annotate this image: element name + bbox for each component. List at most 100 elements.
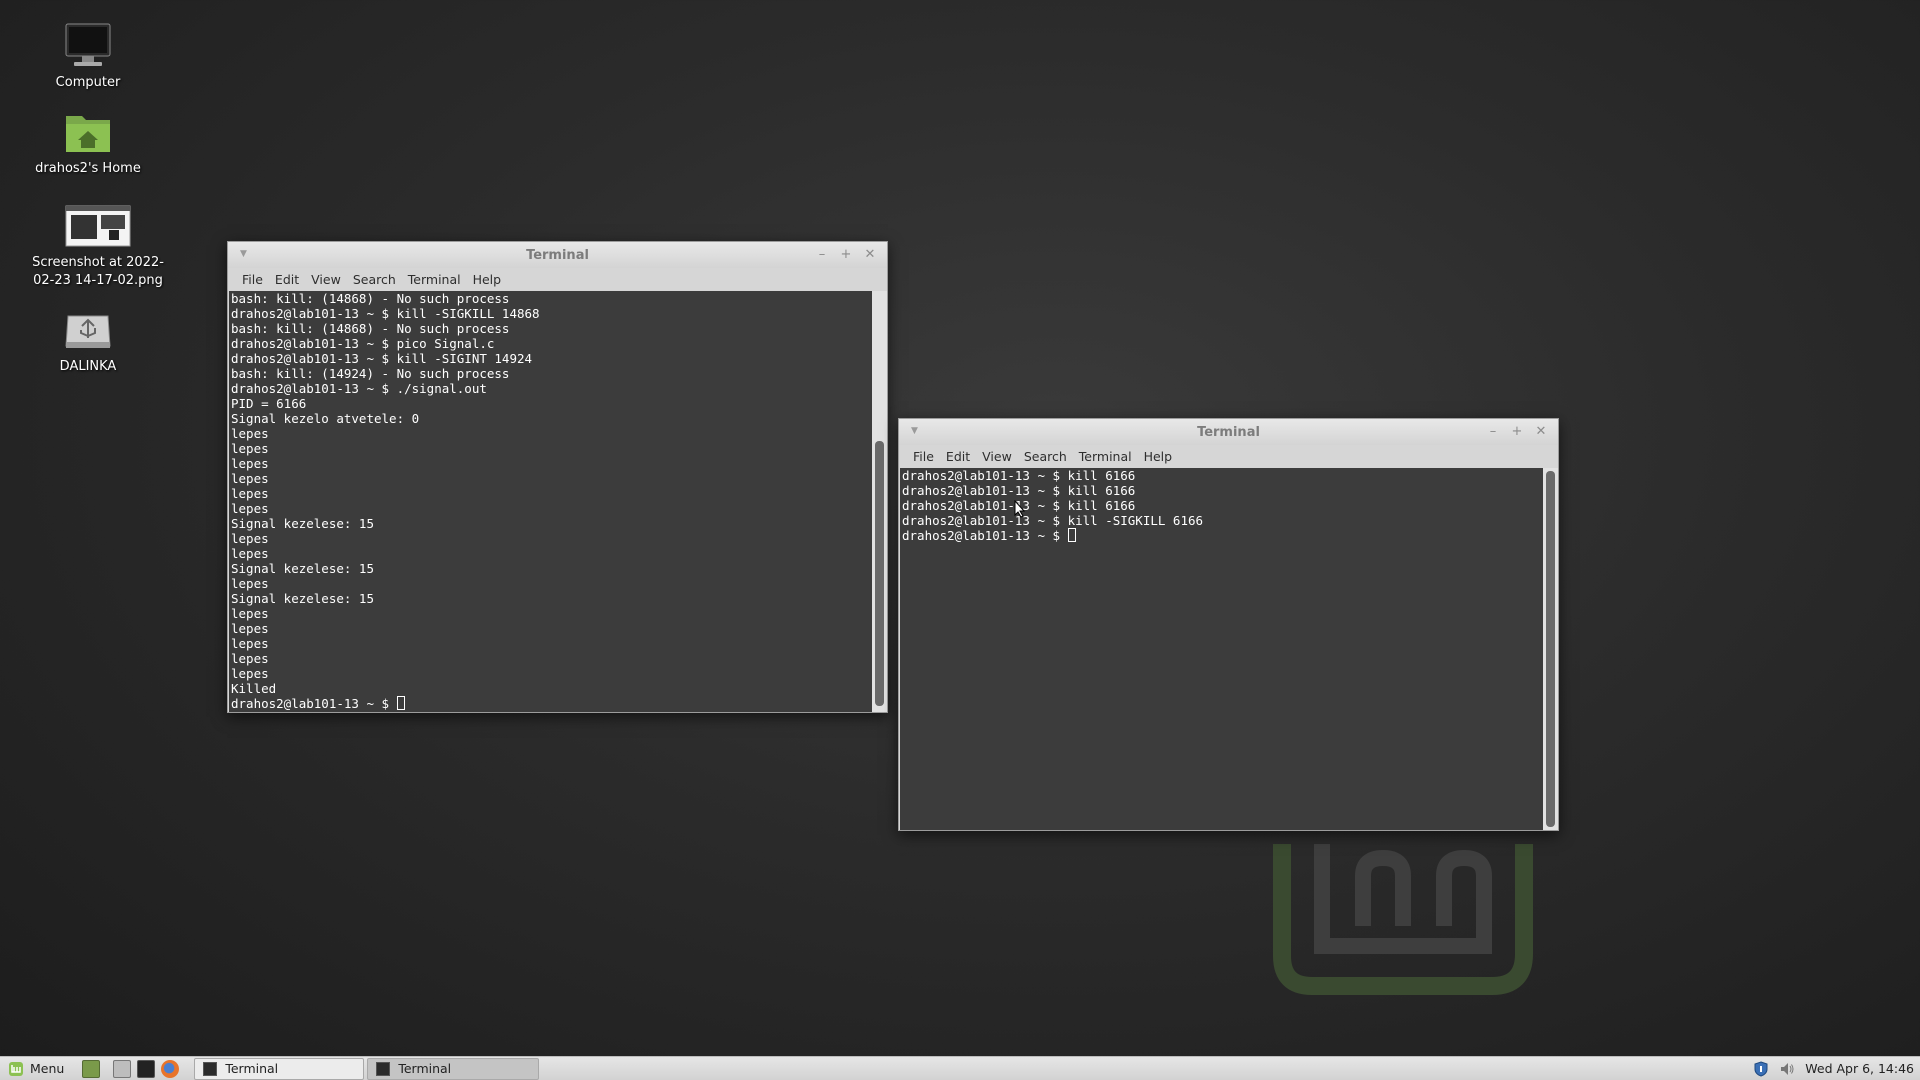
menu-bar: File Edit View Search Terminal Help: [899, 445, 1558, 467]
mint-menu-icon: [9, 1061, 23, 1076]
terminal-icon: [376, 1061, 391, 1076]
menu-file[interactable]: File: [907, 449, 940, 464]
terminal-line: drahos2@lab101-13 ~ $ kill 6166: [902, 483, 1136, 498]
terminal-line: lepes: [231, 471, 269, 486]
menu-edit[interactable]: Edit: [940, 449, 976, 464]
menu-file[interactable]: File: [236, 272, 269, 287]
volume-icon[interactable]: [1779, 1061, 1795, 1077]
terminal-line: lepes: [231, 546, 269, 561]
window-menu-icon[interactable]: ▼: [911, 426, 918, 436]
close-button[interactable]: ✕: [1532, 423, 1550, 441]
taskbar-button-terminal-2[interactable]: Terminal: [367, 1057, 540, 1080]
desktop-icon-home[interactable]: drahos2's Home: [13, 108, 163, 178]
menu-bar: File Edit View Search Terminal Help: [228, 268, 887, 290]
menu-view[interactable]: View: [976, 449, 1018, 464]
terminal-line: lepes: [231, 651, 269, 666]
desktop-icon-label: DALINKA: [59, 359, 117, 374]
terminal-output[interactable]: bash: kill: (14868) - No such process dra…: [229, 291, 872, 712]
desktop-icon-label: drahos2's Home: [35, 161, 141, 176]
terminal-line: lepes: [231, 501, 269, 516]
terminal-prompt-line: drahos2@lab101-13 ~ $: [231, 696, 870, 711]
bottom-panel: Menu Terminal Terminal Wed Apr 6, 14:46: [0, 1056, 1920, 1080]
usb-drive-icon: [65, 315, 111, 348]
terminal-prompt: drahos2@lab101-13 ~ $: [231, 696, 397, 711]
scrollbar-thumb[interactable]: [1546, 471, 1555, 827]
menu-edit[interactable]: Edit: [269, 272, 305, 287]
desktop-icon-label: Computer: [55, 75, 121, 90]
terminal-line: Killed: [231, 681, 277, 696]
terminal-line: lepes: [231, 636, 269, 651]
terminal-line: Signal kezelese: 15: [231, 516, 374, 531]
scrollbar-thumb[interactable]: [875, 441, 884, 706]
firefox-icon[interactable]: [161, 1059, 180, 1078]
terminal-line: bash: kill: (14868) - No such process: [231, 321, 510, 336]
terminal-line: lepes: [231, 621, 269, 636]
terminal-window-1[interactable]: ▼ Terminal – + ✕ File Edit View Search T…: [227, 241, 888, 713]
menu-search[interactable]: Search: [1018, 449, 1073, 464]
menu-view[interactable]: View: [305, 272, 347, 287]
window-title: Terminal: [1197, 424, 1260, 440]
maximize-button[interactable]: +: [1508, 423, 1526, 441]
menu-search[interactable]: Search: [347, 272, 402, 287]
home-folder-icon: [66, 116, 110, 152]
terminal-line: lepes: [231, 531, 269, 546]
minimize-button[interactable]: –: [813, 246, 831, 264]
terminal-line: bash: kill: (14868) - No such process: [231, 291, 510, 306]
terminal-line: Signal kezelese: 15: [231, 561, 374, 576]
terminal-line: lepes: [231, 576, 269, 591]
menu-button[interactable]: Menu: [0, 1057, 72, 1080]
taskbar-button-terminal-1[interactable]: Terminal: [194, 1057, 365, 1080]
terminal-line: drahos2@lab101-13 ~ $ kill -SIGKILL 6166: [902, 513, 1204, 528]
terminal-line: drahos2@lab101-13 ~ $ pico Signal.c: [231, 336, 495, 351]
terminal-output[interactable]: drahos2@lab101-13 ~ $ kill 6166 drahos2@l…: [900, 468, 1543, 830]
mint-logo-watermark: [1273, 844, 1533, 995]
scrollbar[interactable]: [872, 291, 887, 712]
terminal-window-2[interactable]: ▼ Terminal – + ✕ File Edit View Search T…: [898, 418, 1559, 831]
shield-icon[interactable]: [1753, 1060, 1769, 1077]
minimize-button[interactable]: –: [1484, 423, 1502, 441]
terminal-line: lepes: [231, 666, 269, 681]
terminal-line: lepes: [231, 486, 269, 501]
window-titlebar[interactable]: ▼ Terminal – + ✕: [899, 419, 1558, 445]
mouse-pointer-icon: [1014, 500, 1026, 518]
desktop-icon-label: Screenshot at 2022-02-23 14-17-02.png: [32, 255, 164, 288]
taskbar-label: Terminal: [225, 1061, 279, 1076]
text-cursor: [396, 696, 405, 710]
menu-label: Menu: [30, 1061, 65, 1076]
terminal-line: drahos2@lab101-13 ~ $ kill 6166: [902, 498, 1136, 513]
terminal-icon[interactable]: [137, 1059, 156, 1078]
window-titlebar[interactable]: ▼ Terminal – + ✕: [228, 242, 887, 268]
terminal-prompt-line: drahos2@lab101-13 ~ $: [902, 528, 1541, 543]
menu-help[interactable]: Help: [1138, 449, 1179, 464]
terminal-line: drahos2@lab101-13 ~ $ kill -SIGINT 14924: [231, 351, 533, 366]
window-menu-icon[interactable]: ▼: [240, 249, 247, 259]
terminal-icon: [203, 1061, 218, 1076]
terminal-prompt: drahos2@lab101-13 ~ $: [902, 528, 1068, 543]
terminal-line: drahos2@lab101-13 ~ $ ./signal.out: [231, 381, 487, 396]
terminal-line: lepes: [231, 456, 269, 471]
desktop-icon-dalinka[interactable]: DALINKA: [13, 306, 163, 376]
computer-icon: [65, 23, 111, 66]
clock[interactable]: Wed Apr 6, 14:46: [1805, 1061, 1914, 1076]
menu-help[interactable]: Help: [467, 272, 508, 287]
scrollbar[interactable]: [1543, 468, 1558, 830]
image-file-icon: [65, 205, 131, 247]
menu-terminal[interactable]: Terminal: [1073, 449, 1138, 464]
desktop-icon-computer[interactable]: Computer: [13, 22, 163, 92]
terminal-line: PID = 6166: [231, 396, 307, 411]
show-desktop-icon[interactable]: [82, 1059, 101, 1078]
terminal-line: Signal kezelo atvetele: 0: [231, 411, 420, 426]
terminal-line: lepes: [231, 426, 269, 441]
text-cursor: [1067, 528, 1076, 542]
terminal-line: lepes: [231, 606, 269, 621]
terminal-line: drahos2@lab101-13 ~ $ kill -SIGKILL 1486…: [231, 306, 540, 321]
terminal-line: lepes: [231, 441, 269, 456]
file-manager-icon[interactable]: [113, 1059, 132, 1078]
window-title: Terminal: [526, 247, 589, 263]
terminal-line: Signal kezelese: 15: [231, 591, 374, 606]
close-button[interactable]: ✕: [861, 246, 879, 264]
menu-terminal[interactable]: Terminal: [402, 272, 467, 287]
desktop-icon-screenshot[interactable]: Screenshot at 2022-02-23 14-17-02.png: [23, 202, 173, 290]
maximize-button[interactable]: +: [837, 246, 855, 264]
terminal-line: drahos2@lab101-13 ~ $ kill 6166: [902, 468, 1136, 483]
